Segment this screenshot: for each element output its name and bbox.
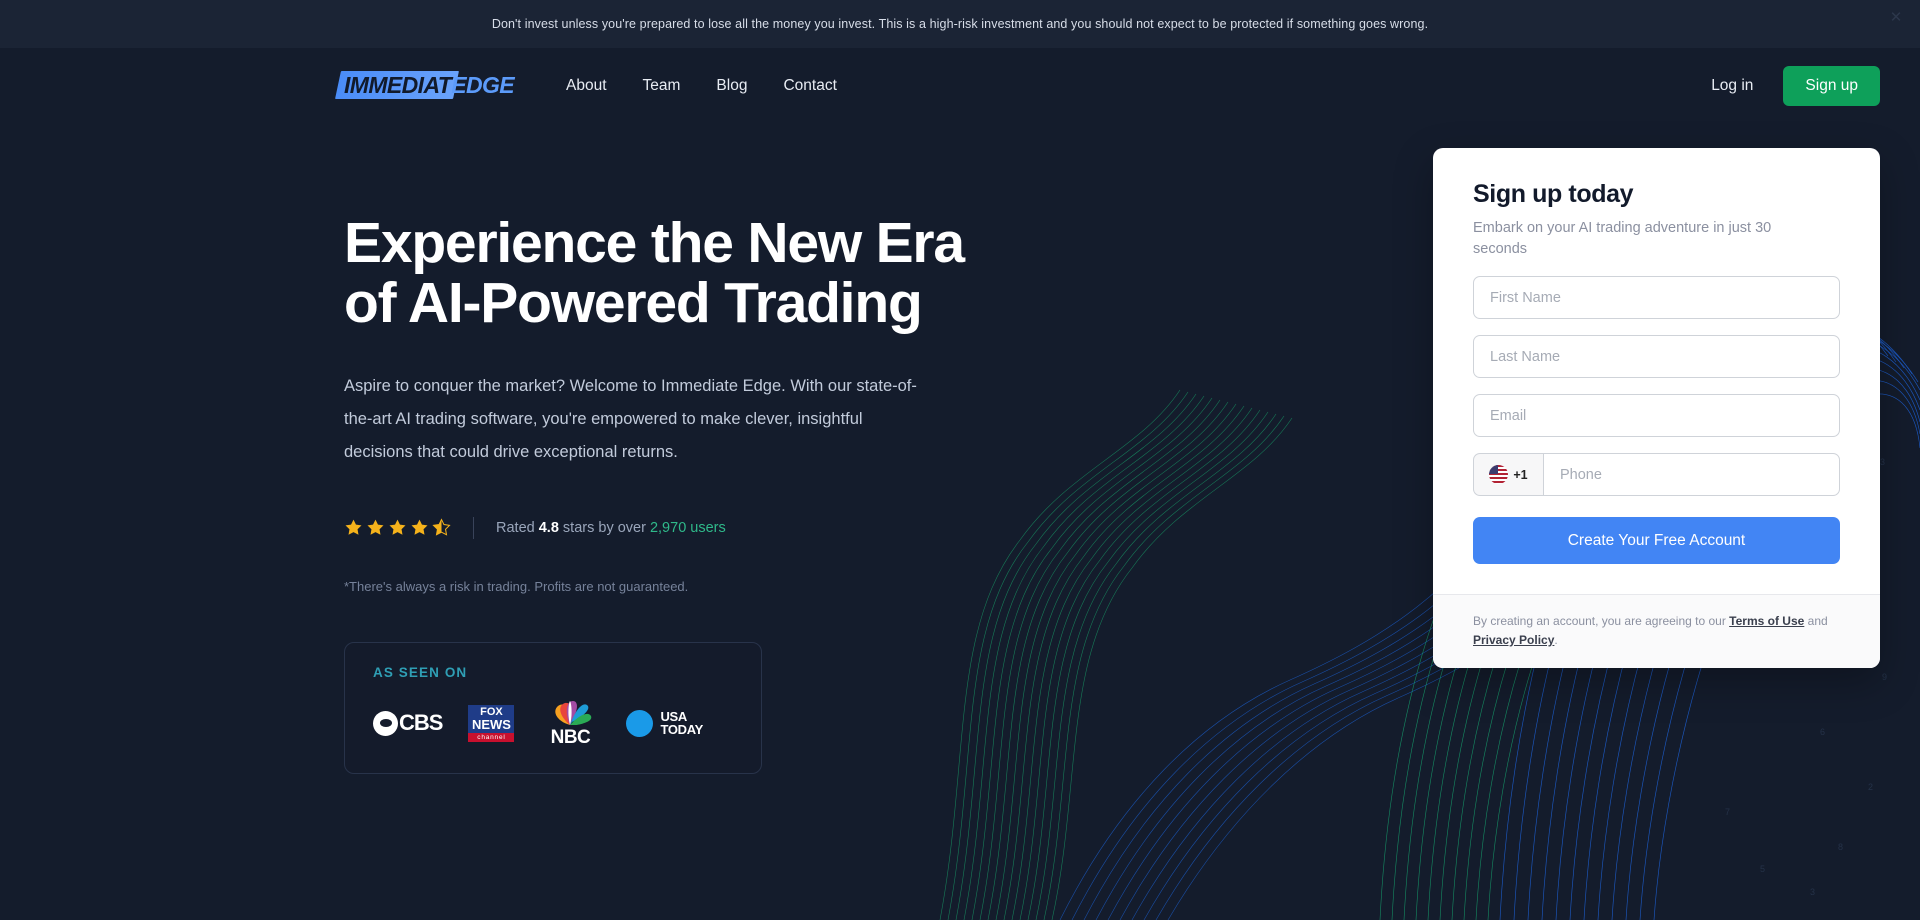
rating-text: Rated 4.8 stars by over 2,970 users — [496, 520, 726, 536]
signup-button[interactable]: Sign up — [1783, 66, 1880, 106]
star-icon — [389, 519, 406, 535]
signup-card: Sign up today Embark on your AI trading … — [1433, 148, 1880, 669]
nbc-logo: NBC — [540, 698, 600, 749]
cbs-eye-icon — [373, 710, 398, 736]
star-icon — [367, 519, 384, 535]
login-link[interactable]: Log in — [1711, 77, 1753, 95]
rating-row: Rated 4.8 stars by over 2,970 users — [344, 516, 1004, 539]
risk-disclaimer-bar: Don't invest unless you're prepared to l… — [0, 0, 1920, 48]
privacy-policy-link[interactable]: Privacy Policy — [1473, 633, 1554, 647]
logo-text: IMMEDIATEDGE — [344, 71, 515, 99]
hero-subtitle: Aspire to conquer the market? Welcome to… — [344, 376, 917, 461]
email-input[interactable] — [1473, 394, 1840, 438]
nav-item-about[interactable]: About — [566, 77, 607, 95]
signup-card-body: Sign up today Embark on your AI trading … — [1433, 148, 1880, 594]
fox-news-logo: FOX NEWS channel — [468, 704, 515, 742]
phone-input[interactable] — [1543, 453, 1840, 497]
last-name-input[interactable] — [1473, 335, 1840, 379]
phone-row: +1 — [1473, 453, 1840, 497]
trading-risk-note: *There's always a risk in trading. Profi… — [344, 578, 689, 594]
site-header: IMMEDIATEDGE About Team Blog Contact Log… — [0, 48, 1920, 124]
svg-text:2: 2 — [1868, 782, 1873, 792]
signup-card-wrapper: Sign up today Embark on your AI trading … — [1433, 124, 1880, 774]
hero-title: Experience the New Era of AI-Powered Tra… — [344, 211, 965, 335]
header-actions: Log in Sign up — [1711, 66, 1880, 106]
star-icon — [411, 519, 428, 535]
risk-disclaimer-text: Don't invest unless you're prepared to l… — [491, 17, 1429, 31]
us-flag-icon — [1489, 465, 1509, 485]
usa-today-line2: TODAY — [660, 722, 704, 738]
nav-item-team[interactable]: Team — [643, 77, 681, 95]
svg-text:8: 8 — [1838, 842, 1843, 852]
media-logos: CBS FOX NEWS channel NBC USA TODAY — [373, 698, 733, 749]
first-name-input[interactable] — [1473, 276, 1840, 320]
rating-divider — [473, 516, 474, 539]
create-account-button[interactable]: Create Your Free Account — [1473, 517, 1840, 565]
hero-content: Experience the New Era of AI-Powered Tra… — [344, 124, 1004, 774]
site-logo[interactable]: IMMEDIATEDGE — [335, 71, 515, 101]
logo-text-immediate: IMMEDIAT — [344, 72, 452, 98]
landing-page: 27 83 54 19 62 83 41 75 Don't invest unl… — [0, 0, 1920, 920]
fox-logo-line1: FOX — [468, 704, 515, 718]
main-navigation: About Team Blog Contact — [566, 77, 837, 95]
svg-text:5: 5 — [1760, 864, 1765, 874]
nbc-peacock-icon — [555, 700, 592, 726]
rating-users-count: 2,970 users — [649, 519, 726, 536]
nbc-logo-text: NBC — [550, 726, 591, 748]
fox-logo-line2: NEWS — [468, 717, 515, 733]
usa-today-wordmark: USA TODAY — [660, 710, 703, 736]
terms-of-use-link[interactable]: Terms of Use — [1729, 614, 1804, 628]
hero-section: Experience the New Era of AI-Powered Tra… — [0, 124, 1920, 774]
rating-score: 4.8 — [538, 519, 559, 536]
country-code-selector[interactable]: +1 — [1473, 453, 1543, 497]
signup-title: Sign up today — [1473, 180, 1634, 208]
usa-today-logo: USA TODAY — [626, 709, 703, 737]
star-rating — [344, 518, 451, 537]
star-half-icon — [432, 518, 451, 536]
star-icon — [345, 519, 362, 535]
nav-item-contact[interactable]: Contact — [783, 77, 836, 95]
cbs-logo-text: CBS — [399, 710, 443, 736]
close-icon[interactable]: ✕ — [1888, 10, 1904, 26]
logo-text-edge: EDGE — [451, 72, 514, 98]
svg-text:7: 7 — [1725, 807, 1730, 817]
cbs-logo: CBS — [373, 710, 443, 736]
terms-prefix: By creating an account, you are agreeing… — [1473, 614, 1730, 629]
terms-text: By creating an account, you are agreeing… — [1473, 612, 1840, 649]
as-seen-on-box: AS SEEN ON CBS FOX NEWS channel NBC USA … — [344, 641, 762, 774]
as-seen-on-label: AS SEEN ON — [373, 664, 468, 680]
svg-text:3: 3 — [1810, 887, 1815, 897]
country-dial-code: +1 — [1513, 467, 1528, 482]
rating-prefix: Rated — [496, 519, 539, 536]
rating-middle: stars by over — [558, 519, 650, 536]
usa-today-dot-icon — [626, 709, 654, 737]
terms-middle: and — [1804, 614, 1828, 629]
terms-suffix: . — [1554, 632, 1558, 647]
signup-card-footer: By creating an account, you are agreeing… — [1433, 594, 1880, 669]
signup-subtitle: Embark on your AI trading adventure in j… — [1473, 220, 1772, 258]
nav-item-blog[interactable]: Blog — [716, 77, 747, 95]
fox-logo-line3: channel — [468, 732, 515, 742]
